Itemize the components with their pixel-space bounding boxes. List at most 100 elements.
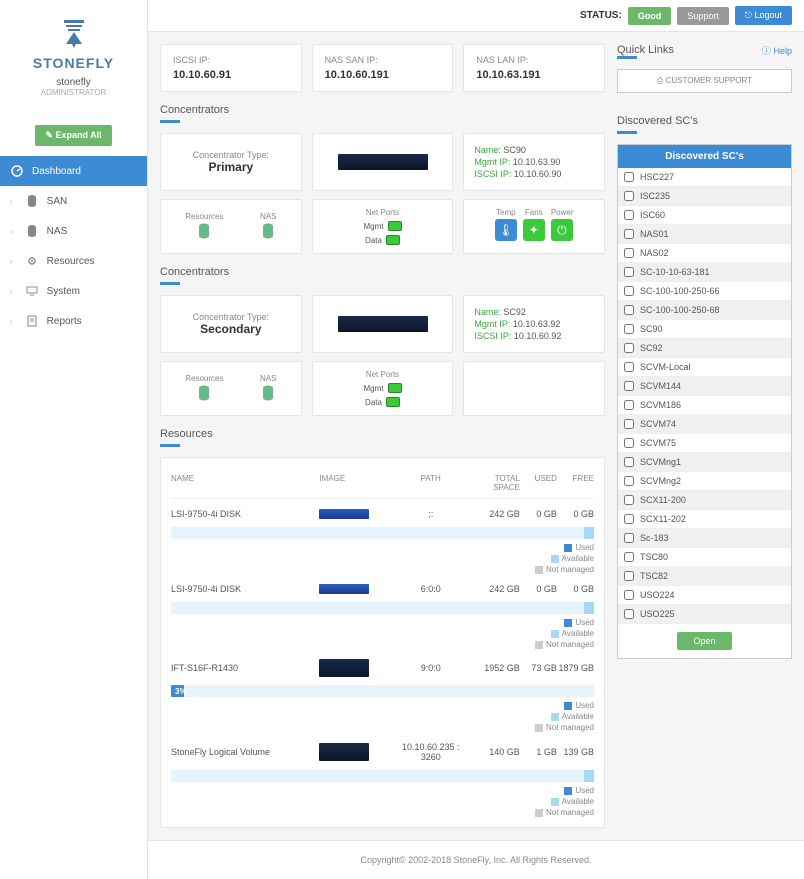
help-link[interactable]: ⓘ Help	[762, 44, 792, 57]
footer: Copyright© 2002-2018 StoneFly, Inc. All …	[148, 840, 804, 879]
support-button[interactable]: Support	[677, 7, 729, 25]
device-image	[319, 584, 369, 594]
table-row: IFT-S16F-R1430 9:0:0 1952 GB 73 GB 1879 …	[171, 649, 594, 681]
nav-reports[interactable]: › Reports	[0, 306, 147, 336]
list-item[interactable]: SCVM74	[618, 415, 791, 434]
list-item[interactable]: SCX11-200	[618, 491, 791, 510]
cell-name: LSI-9750-4i DISK	[171, 584, 319, 594]
sc-checkbox[interactable]	[624, 400, 634, 410]
sc-checkbox[interactable]	[624, 381, 634, 391]
sc-checkbox[interactable]	[624, 248, 634, 258]
discovered-title: Discovered SC's	[617, 115, 792, 127]
legend-swatch-used	[564, 787, 572, 795]
list-item[interactable]: SCVM75	[618, 434, 791, 453]
cell-total: 140 GB	[468, 747, 520, 757]
list-item[interactable]: ISC235	[618, 187, 791, 206]
list-item[interactable]: Sc-183	[618, 529, 791, 548]
logout-button[interactable]: ⎋ Logout	[735, 6, 792, 25]
sc-checkbox[interactable]	[624, 514, 634, 524]
sc-checkbox[interactable]	[624, 476, 634, 486]
open-button[interactable]: Open	[677, 632, 731, 650]
sc-checkbox[interactable]	[624, 286, 634, 296]
gear-icon	[25, 254, 39, 268]
sc-checkbox[interactable]	[624, 609, 634, 619]
sc-checkbox[interactable]	[624, 191, 634, 201]
list-item[interactable]: USO224	[618, 586, 791, 605]
main: STATUS: Good Support ⎋ Logout ISCSI IP:1…	[148, 0, 804, 879]
sc-checkbox[interactable]	[624, 552, 634, 562]
sc-name: SCVM-Local	[640, 362, 691, 372]
section-underline	[160, 282, 180, 285]
list-item[interactable]: ISC60	[618, 206, 791, 225]
status-good-button[interactable]: Good	[628, 7, 672, 25]
list-item[interactable]: SCVM-Local	[618, 358, 791, 377]
list-item[interactable]: SC-100-100-250-66	[618, 282, 791, 301]
list-item[interactable]: TSC80	[618, 548, 791, 567]
port-led-icon	[388, 221, 402, 231]
list-item[interactable]: USO225	[618, 605, 791, 624]
ip-card: NAS LAN IP:10.10.63.191	[463, 44, 605, 92]
list-item[interactable]: NAS01	[618, 225, 791, 244]
list-item[interactable]: SCVM144	[618, 377, 791, 396]
customer-support-button[interactable]: ⎙ CUSTOMER SUPPORT	[617, 69, 792, 93]
nav-label: SAN	[47, 196, 68, 207]
conc-type-label: Concentrator Type:	[193, 312, 269, 322]
sc-checkbox[interactable]	[624, 495, 634, 505]
database-icon	[261, 385, 275, 401]
sc-checkbox[interactable]	[624, 305, 634, 315]
sc-checkbox[interactable]	[624, 571, 634, 581]
cell-name: IFT-S16F-R1430	[171, 663, 319, 673]
sidebar: STONEFLY stonefly ADMINISTRATOR ✎ Expand…	[0, 0, 148, 879]
list-item[interactable]: SCVMng2	[618, 472, 791, 491]
section-title-resources: Resources	[160, 428, 605, 440]
sc-checkbox[interactable]	[624, 362, 634, 372]
progress-fill	[584, 602, 594, 614]
legend-swatch-available	[551, 713, 559, 721]
cell-free: 1879 GB	[557, 663, 594, 673]
legend-swatch-used	[564, 544, 572, 552]
list-item[interactable]: HSC227	[618, 168, 791, 187]
sc-name: USO224	[640, 590, 675, 600]
sc-checkbox[interactable]	[624, 438, 634, 448]
list-item[interactable]: SCVMng1	[618, 453, 791, 472]
brand-name: STONEFLY	[10, 55, 137, 71]
discovered-header: Discovered SC's	[618, 145, 791, 168]
list-item[interactable]: SC-10-10-63-181	[618, 263, 791, 282]
cell-used: 0 GB	[520, 509, 557, 519]
nav-san[interactable]: › SAN	[0, 186, 147, 216]
list-item[interactable]: SCX11-202	[618, 510, 791, 529]
table-row: LSI-9750-4i DISK 6:0:0 242 GB 0 GB 0 GB	[171, 574, 594, 598]
sc-checkbox[interactable]	[624, 590, 634, 600]
section-title-concentrators: Concentrators	[160, 104, 605, 116]
list-item[interactable]: TSC82	[618, 567, 791, 586]
aside: Quick Links ⓘ Help ⎙ CUSTOMER SUPPORT Di…	[617, 44, 792, 828]
sc-checkbox[interactable]	[624, 343, 634, 353]
progress-bar	[171, 602, 594, 614]
sc-checkbox[interactable]	[624, 419, 634, 429]
legend: Used Available Not managed	[171, 786, 594, 817]
chevron-right-icon: ›	[10, 287, 13, 296]
list-item[interactable]: SC92	[618, 339, 791, 358]
concentrator-type-card: Concentrator Type: Primary	[160, 133, 302, 191]
list-item[interactable]: SCVM186	[618, 396, 791, 415]
nav-system[interactable]: › System	[0, 276, 147, 306]
nav-resources[interactable]: › Resources	[0, 246, 147, 276]
sc-checkbox[interactable]	[624, 457, 634, 467]
database-icon	[197, 385, 211, 401]
sc-checkbox[interactable]	[624, 210, 634, 220]
sc-checkbox[interactable]	[624, 267, 634, 277]
list-item[interactable]: NAS02	[618, 244, 791, 263]
sc-checkbox[interactable]	[624, 533, 634, 543]
nav-dashboard[interactable]: Dashboard	[0, 156, 147, 186]
legend-swatch-used	[564, 702, 572, 710]
sc-checkbox[interactable]	[624, 172, 634, 182]
sc-checkbox[interactable]	[624, 229, 634, 239]
expand-all-button[interactable]: ✎ Expand All	[35, 125, 111, 146]
quick-links-title: Quick Links	[617, 44, 674, 56]
sc-name: USO225	[640, 609, 675, 619]
list-item[interactable]: SC90	[618, 320, 791, 339]
section-title-concentrators: Concentrators	[160, 266, 605, 278]
list-item[interactable]: SC-100-100-250-68	[618, 301, 791, 320]
nav-nas[interactable]: › NAS	[0, 216, 147, 246]
sc-checkbox[interactable]	[624, 324, 634, 334]
